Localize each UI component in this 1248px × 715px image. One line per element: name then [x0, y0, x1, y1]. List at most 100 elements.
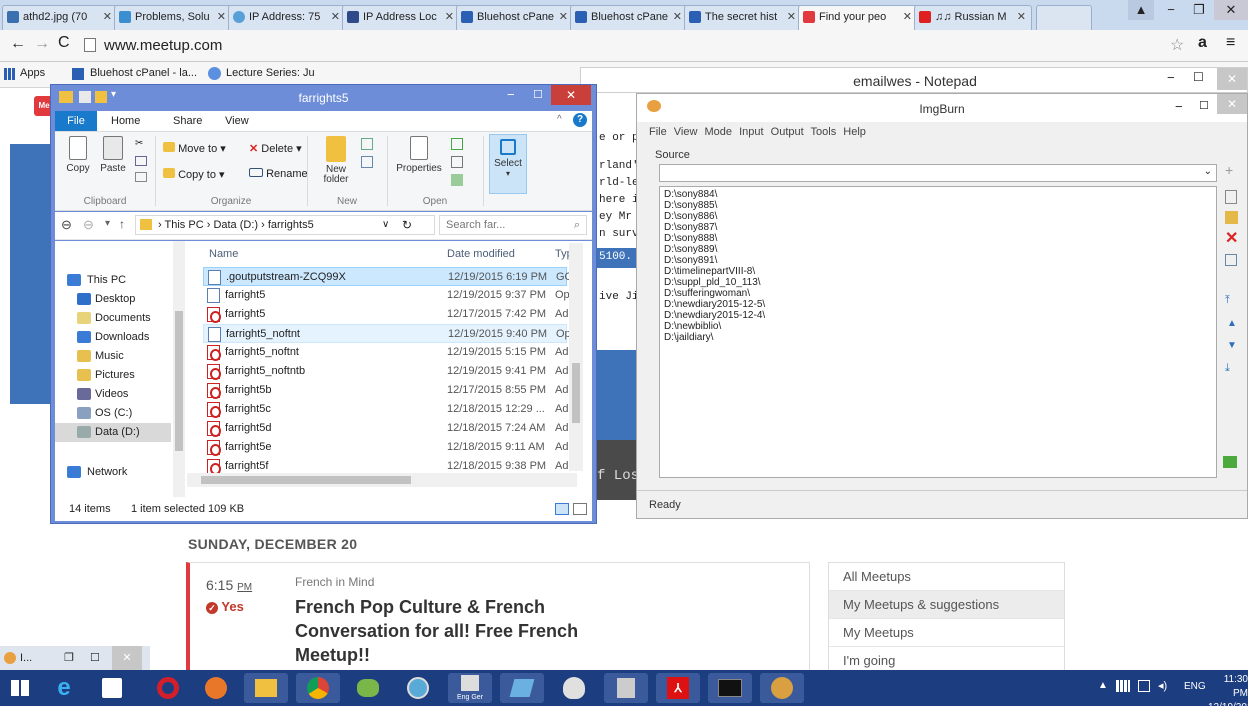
browser-tab[interactable]: Bluehost cPane ✕ — [456, 5, 574, 30]
open-icon[interactable] — [451, 138, 463, 150]
details-view-icon[interactable] — [555, 503, 569, 515]
menu-all-meetups[interactable]: All Meetups — [829, 563, 1064, 591]
maximize-icon[interactable]: ☐ — [533, 88, 543, 101]
close-icon[interactable]: ✕ — [112, 646, 142, 670]
chevron-down-icon[interactable]: ∨ — [382, 216, 389, 234]
nav-music[interactable]: Music — [55, 347, 175, 366]
source-dropdown[interactable]: ⌄ — [659, 164, 1217, 182]
list-item[interactable]: D:\sony888\ — [664, 233, 717, 244]
nav-scrollbar[interactable] — [173, 241, 185, 497]
list-item[interactable]: D:\sony887\ — [664, 222, 717, 233]
explorer-button[interactable] — [244, 673, 288, 703]
battery-icon[interactable] — [1138, 680, 1150, 692]
copy-button[interactable]: Copy — [63, 136, 93, 174]
menu-file[interactable]: File — [649, 126, 667, 138]
event-card[interactable]: 6:15 PM ✓ Yes French in Mind French Pop … — [186, 562, 810, 672]
forward-icon[interactable]: ⊖ — [83, 217, 94, 233]
imgburn-button[interactable] — [760, 673, 804, 703]
tab-view[interactable]: View — [225, 115, 249, 127]
close-tab-icon[interactable]: ✕ — [445, 6, 454, 28]
file-row[interactable]: farright5 12/19/2015 9:37 PM Ope — [203, 286, 575, 305]
paste-button[interactable]: Paste — [97, 136, 129, 174]
easy-access-icon[interactable] — [361, 156, 373, 168]
tray-expand-icon[interactable]: ▲ — [1098, 680, 1108, 691]
tab-file[interactable]: File — [55, 111, 97, 131]
list-item[interactable]: D:\jaildiary\ — [664, 332, 713, 343]
minimize-icon[interactable]: − — [1175, 99, 1183, 114]
list-item[interactable]: D:\newbiblio\ — [664, 321, 721, 332]
cut-icon[interactable]: ✂ — [135, 138, 143, 149]
horizontal-scrollbar[interactable] — [187, 473, 577, 487]
recent-icon[interactable]: ▾ — [105, 218, 110, 229]
file-row[interactable]: farright5e 12/18/2015 9:11 AM Ado — [203, 438, 575, 457]
list-item[interactable]: D:\sony884\ — [664, 189, 717, 200]
move-bottom-icon[interactable]: ⤓ — [1225, 362, 1230, 375]
back-icon[interactable]: ⊖ — [61, 217, 72, 233]
dictionary-button[interactable]: Eng Ger — [448, 673, 492, 703]
minimized-window[interactable]: I... ❐ ☐ ✕ — [0, 646, 150, 670]
remote-button[interactable] — [604, 673, 648, 703]
ie-button[interactable]: e — [42, 673, 86, 703]
people-button[interactable] — [346, 673, 390, 703]
notepad-button[interactable] — [500, 673, 544, 703]
file-row[interactable]: farright5_noftnt 12/19/2015 9:40 PM Ope — [203, 324, 576, 343]
edit-icon[interactable] — [451, 156, 463, 168]
nav-os-c[interactable]: OS (C:) — [55, 404, 175, 423]
minimize-icon[interactable]: − — [1167, 70, 1175, 85]
close-icon[interactable]: ✕ — [1217, 68, 1247, 90]
collapse-ribbon-icon[interactable]: ^ — [557, 114, 562, 125]
nav-desktop[interactable]: Desktop — [55, 290, 175, 309]
nav-videos[interactable]: Videos — [55, 385, 175, 404]
list-item[interactable]: D:\suppl_pld_10_113\ — [664, 277, 761, 288]
help-icon[interactable]: ? — [573, 113, 587, 127]
bookmark-apps[interactable]: Apps — [20, 67, 45, 79]
start-button[interactable] — [0, 673, 40, 703]
nav-data-d[interactable]: Data (D:) — [55, 423, 171, 442]
move-up-icon[interactable]: ▲ — [1227, 318, 1237, 329]
close-tab-icon[interactable]: ✕ — [1017, 6, 1026, 28]
close-tab-icon[interactable]: ✕ — [559, 6, 568, 28]
volume-icon[interactable]: ◂) — [1158, 679, 1167, 692]
browser-tab[interactable]: ♫♫ Russian M ✕ — [914, 5, 1032, 30]
nav-downloads[interactable]: Downloads — [55, 328, 175, 347]
large-icons-view-icon[interactable] — [573, 503, 587, 515]
nav-this-pc[interactable]: This PC — [55, 271, 175, 290]
remove-icon[interactable]: ✕ — [1225, 228, 1238, 248]
close-icon[interactable]: ✕ — [551, 85, 591, 105]
firefox-button[interactable] — [194, 673, 238, 703]
bookmark-bluehost[interactable]: Bluehost cPanel - la... — [90, 67, 197, 79]
close-window-icon[interactable]: ✕ — [1214, 0, 1248, 20]
menu-help[interactable]: Help — [843, 126, 866, 138]
move-down-icon[interactable]: ▼ — [1227, 340, 1237, 351]
browse-file-icon[interactable] — [1225, 190, 1237, 204]
copy-to-button[interactable]: Copy to ▾ — [163, 168, 225, 181]
close-tab-icon[interactable]: ✕ — [217, 6, 226, 28]
browser-tab[interactable]: Problems, Solu ✕ — [114, 5, 232, 30]
list-item[interactable]: D:\sony885\ — [664, 200, 717, 211]
build-icon[interactable] — [1223, 456, 1237, 468]
menu-my-meetups[interactable]: My Meetups — [829, 619, 1064, 647]
file-row[interactable]: farright5_noftntb 12/19/2015 9:41 PM Ado — [203, 362, 575, 381]
list-item[interactable]: D:\newdiary2015-12-4\ — [664, 310, 765, 321]
nav-network[interactable]: Network — [55, 463, 175, 482]
event-title[interactable]: French Pop Culture & French Conversation… — [295, 595, 578, 667]
menu-my-meetups-suggestions[interactable]: My Meetups & suggestions — [829, 591, 1064, 619]
list-item[interactable]: D:\sony886\ — [664, 211, 717, 222]
list-item[interactable]: D:\sony889\ — [664, 244, 717, 255]
address-bar[interactable]: www.meetup.com — [104, 35, 1104, 57]
cmd-button[interactable] — [708, 673, 752, 703]
browser-tab-active[interactable]: Find your peo ✕ — [798, 5, 918, 30]
copy-path-icon[interactable] — [135, 156, 147, 166]
new-tab-button[interactable] — [1036, 5, 1092, 30]
chrome-button[interactable] — [296, 673, 340, 703]
menu-icon[interactable]: ≡ — [1226, 34, 1235, 52]
opera-button[interactable] — [146, 673, 190, 703]
media-button[interactable] — [396, 673, 440, 703]
back-icon[interactable]: ← — [10, 35, 26, 53]
breadcrumb[interactable]: › This PC › Data (D:) › farrights5 ∨ ↻ — [135, 215, 435, 235]
maximize-icon[interactable]: ☐ — [1193, 70, 1204, 84]
menu-tools[interactable]: Tools — [811, 126, 837, 138]
rename-button[interactable]: Rename — [249, 168, 308, 180]
paste-shortcut-icon[interactable] — [135, 172, 147, 182]
close-tab-icon[interactable]: ✕ — [787, 6, 796, 28]
